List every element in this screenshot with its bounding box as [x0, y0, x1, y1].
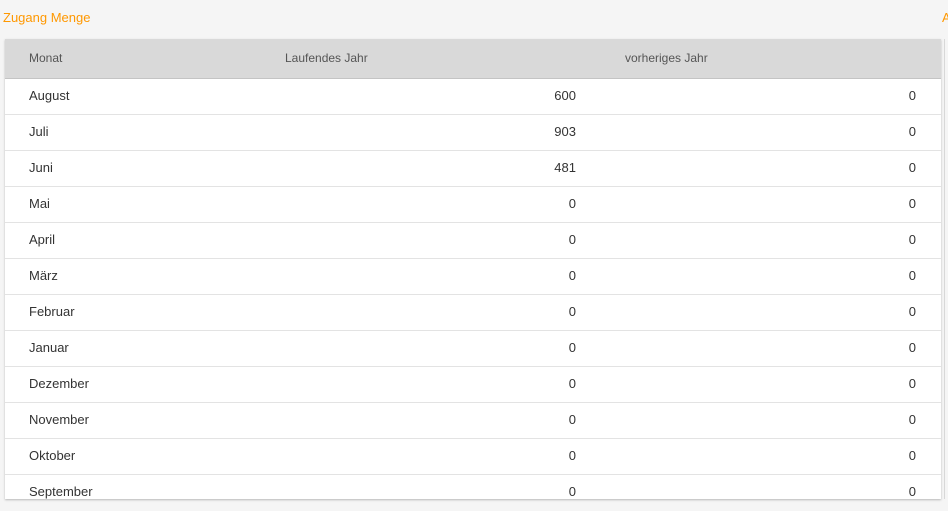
- next-panel-title: A: [942, 10, 948, 25]
- previous-year-cell: 0: [908, 268, 916, 283]
- table-row: Mai 0 0: [5, 187, 941, 223]
- month-cell: März: [29, 268, 58, 283]
- table-row: Januar 0 0: [5, 331, 941, 367]
- panel-divider: [944, 39, 945, 499]
- current-year-cell: 903: [554, 124, 576, 139]
- previous-year-cell: 0: [908, 232, 916, 247]
- month-cell: Januar: [29, 340, 69, 355]
- current-year-cell: 0: [568, 268, 576, 283]
- column-header-month[interactable]: Monat: [29, 39, 62, 78]
- previous-year-cell: 0: [908, 340, 916, 355]
- previous-year-cell: 0: [908, 196, 916, 211]
- current-year-cell: 0: [568, 304, 576, 319]
- table-row: Oktober 0 0: [5, 439, 941, 475]
- table-body: August 600 0 Juli 903 0 Juni 481 0 Mai 0…: [5, 79, 941, 499]
- table-row: November 0 0: [5, 403, 941, 439]
- table-row: Dezember 0 0: [5, 367, 941, 403]
- current-year-cell: 0: [568, 412, 576, 427]
- month-cell: Dezember: [29, 376, 89, 391]
- current-year-cell: 600: [554, 88, 576, 103]
- current-year-cell: 0: [568, 484, 576, 499]
- month-cell: August: [29, 88, 70, 103]
- table-row: Juli 903 0: [5, 115, 941, 151]
- current-year-cell: 0: [568, 376, 576, 391]
- column-header-previous-year[interactable]: vorheriges Jahr: [625, 39, 708, 78]
- table-row: Februar 0 0: [5, 295, 941, 331]
- table-row: September 0 0: [5, 475, 941, 499]
- previous-year-cell: 0: [908, 124, 916, 139]
- month-cell: Februar: [29, 304, 75, 319]
- table-header: Monat Laufendes Jahr vorheriges Jahr: [5, 39, 941, 79]
- month-cell: Juli: [29, 124, 49, 139]
- column-header-current-year[interactable]: Laufendes Jahr: [285, 39, 368, 78]
- table-row: April 0 0: [5, 223, 941, 259]
- previous-year-cell: 0: [908, 376, 916, 391]
- table-row: März 0 0: [5, 259, 941, 295]
- previous-year-cell: 0: [908, 448, 916, 463]
- month-cell: Mai: [29, 196, 50, 211]
- data-table: Monat Laufendes Jahr vorheriges Jahr Aug…: [5, 39, 941, 499]
- previous-year-cell: 0: [908, 412, 916, 427]
- previous-year-cell: 0: [908, 88, 916, 103]
- current-year-cell: 0: [568, 340, 576, 355]
- table-row: August 600 0: [5, 79, 941, 115]
- month-cell: April: [29, 232, 56, 247]
- current-year-cell: 0: [568, 232, 576, 247]
- current-year-cell: 0: [568, 448, 576, 463]
- month-cell: Juni: [29, 160, 53, 175]
- month-cell: Oktober: [29, 448, 76, 463]
- previous-year-cell: 0: [908, 160, 916, 175]
- table-row: Juni 481 0: [5, 151, 941, 187]
- month-cell: November: [29, 412, 89, 427]
- current-year-cell: 481: [554, 160, 576, 175]
- current-year-cell: 0: [568, 196, 576, 211]
- panel-title: Zugang Menge: [3, 10, 91, 25]
- month-cell: September: [29, 484, 93, 499]
- previous-year-cell: 0: [908, 484, 916, 499]
- previous-year-cell: 0: [908, 304, 916, 319]
